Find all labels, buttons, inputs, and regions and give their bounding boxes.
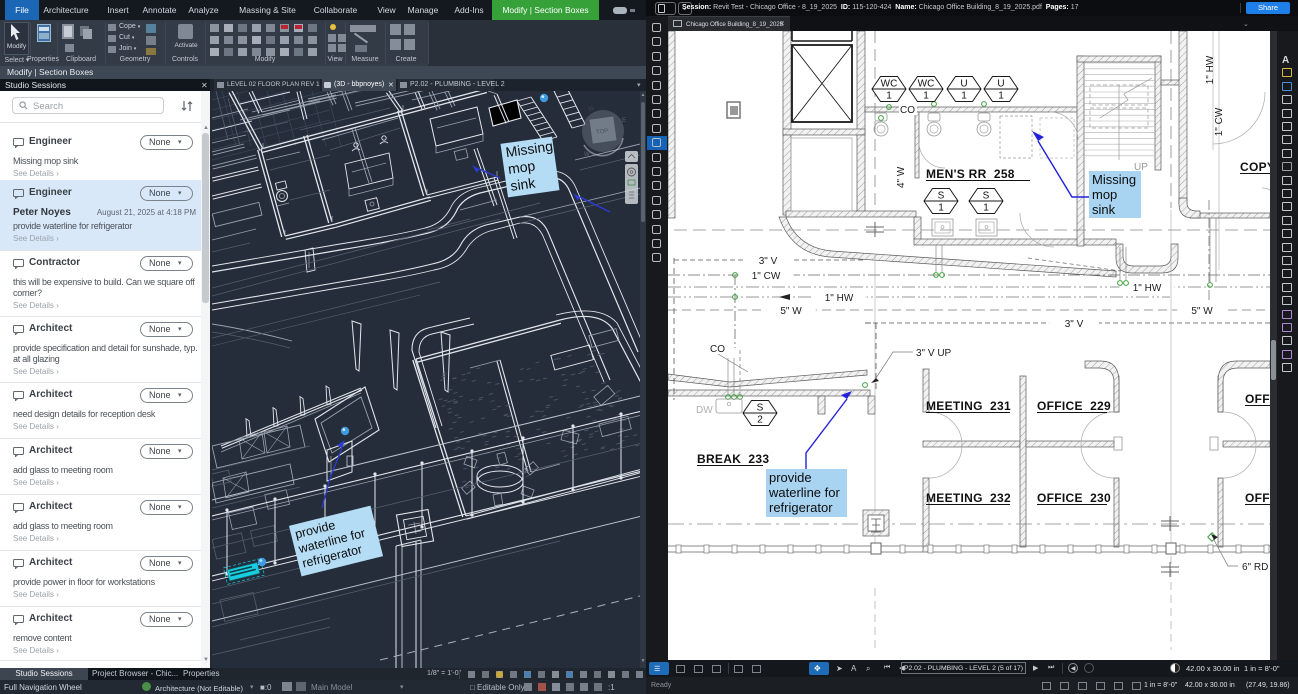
svg-text:3" V: 3" V — [759, 256, 778, 267]
svg-text:WC: WC — [881, 79, 898, 90]
svg-text:Missing: Missing — [1092, 172, 1136, 187]
svg-text:1: 1 — [961, 91, 967, 102]
svg-text:COPY 2: COPY 2 — [1240, 160, 1270, 174]
svg-text:4" W: 4" W — [896, 166, 907, 188]
svg-text:U: U — [960, 79, 967, 90]
svg-text:E: E — [622, 118, 626, 124]
svg-text:refrigerator: refrigerator — [769, 500, 833, 515]
svg-text:1: 1 — [886, 91, 892, 102]
svg-text:mop: mop — [1092, 187, 1117, 202]
svg-text:1" CW: 1" CW — [752, 271, 781, 282]
svg-text:OFFICE 229: OFFICE 229 — [1037, 399, 1111, 413]
svg-text:W: W — [584, 152, 590, 158]
svg-text:1" HW: 1" HW — [1133, 283, 1162, 294]
svg-text:CO: CO — [710, 344, 725, 355]
svg-text:MEETING 232: MEETING 232 — [926, 491, 1011, 505]
svg-text:OFFICE 230: OFFICE 230 — [1037, 491, 1111, 505]
svg-text:MEETING 231: MEETING 231 — [926, 399, 1011, 413]
svg-text:S: S — [983, 191, 990, 202]
svg-text:3" V UP: 3" V UP — [916, 348, 952, 359]
svg-text:1: 1 — [998, 91, 1004, 102]
svg-text:OFFICE 2: OFFICE 2 — [1245, 392, 1270, 406]
svg-text:1" CW: 1" CW — [1214, 107, 1225, 136]
svg-text:6" RD: 6" RD — [1242, 562, 1268, 573]
svg-text:CO: CO — [900, 105, 915, 116]
svg-text:1: 1 — [938, 203, 944, 214]
svg-text:OFFICE 2: OFFICE 2 — [1245, 491, 1270, 505]
svg-text:5" W: 5" W — [780, 306, 802, 317]
svg-text:S: S — [757, 403, 764, 414]
svg-text:DW: DW — [696, 405, 713, 416]
svg-text:provide: provide — [769, 470, 812, 485]
svg-text:5" W: 5" W — [1191, 306, 1213, 317]
svg-text:BREAK 233: BREAK 233 — [697, 452, 769, 466]
svg-text:U: U — [997, 79, 1004, 90]
svg-text:1" HW: 1" HW — [1205, 55, 1216, 84]
svg-text:sink: sink — [1092, 202, 1116, 217]
svg-text:MEN'S RR 258: MEN'S RR 258 — [926, 167, 1015, 181]
svg-text:S: S — [938, 191, 945, 202]
svg-text:1" HW: 1" HW — [825, 293, 854, 304]
svg-text:3" V: 3" V — [1065, 319, 1084, 330]
svg-text:2: 2 — [757, 415, 763, 426]
svg-text:1: 1 — [983, 203, 989, 214]
svg-text:WC: WC — [918, 79, 935, 90]
svg-text:1: 1 — [923, 91, 929, 102]
svg-text:waterline for: waterline for — [768, 485, 840, 500]
